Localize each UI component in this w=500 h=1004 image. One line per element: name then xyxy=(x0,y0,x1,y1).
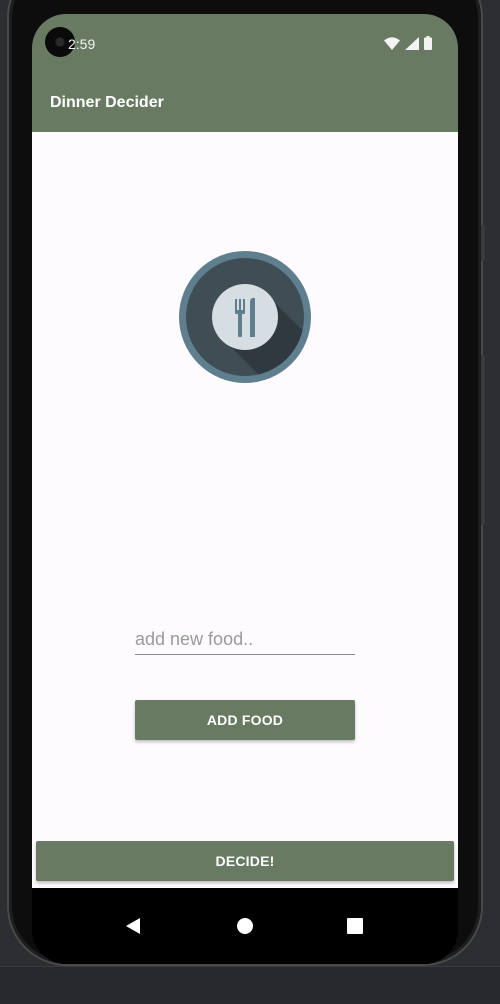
volume-button[interactable] xyxy=(481,225,485,261)
power-button[interactable] xyxy=(481,355,485,525)
status-time: 2:59 xyxy=(68,36,96,52)
device-screen: 2:59 Dinner Decider add new food.. ADD F… xyxy=(32,14,458,964)
emulator-bottom-strip xyxy=(0,966,500,1004)
app-title: Dinner Decider xyxy=(50,94,164,111)
battery-icon xyxy=(424,36,432,50)
wifi-icon xyxy=(384,36,400,50)
cellular-signal-icon xyxy=(405,36,419,50)
home-icon[interactable] xyxy=(233,914,257,938)
status-icons xyxy=(384,36,432,50)
emulator-stage: 2:59 Dinner Decider add new food.. ADD F… xyxy=(0,0,500,1004)
navigation-bar xyxy=(32,888,458,964)
main-content: ADD FOOD DECIDE! xyxy=(32,132,458,888)
food-input[interactable] xyxy=(135,624,355,654)
recents-icon[interactable] xyxy=(343,914,367,938)
decide-button[interactable]: DECIDE! xyxy=(36,841,454,881)
fork-knife-icon xyxy=(179,251,311,383)
status-bar: 2:59 xyxy=(32,14,458,74)
add-food-button[interactable]: ADD FOOD xyxy=(135,700,355,740)
app-bar: Dinner Decider xyxy=(32,74,458,132)
back-icon[interactable] xyxy=(121,914,145,938)
food-input-underline xyxy=(135,624,355,655)
